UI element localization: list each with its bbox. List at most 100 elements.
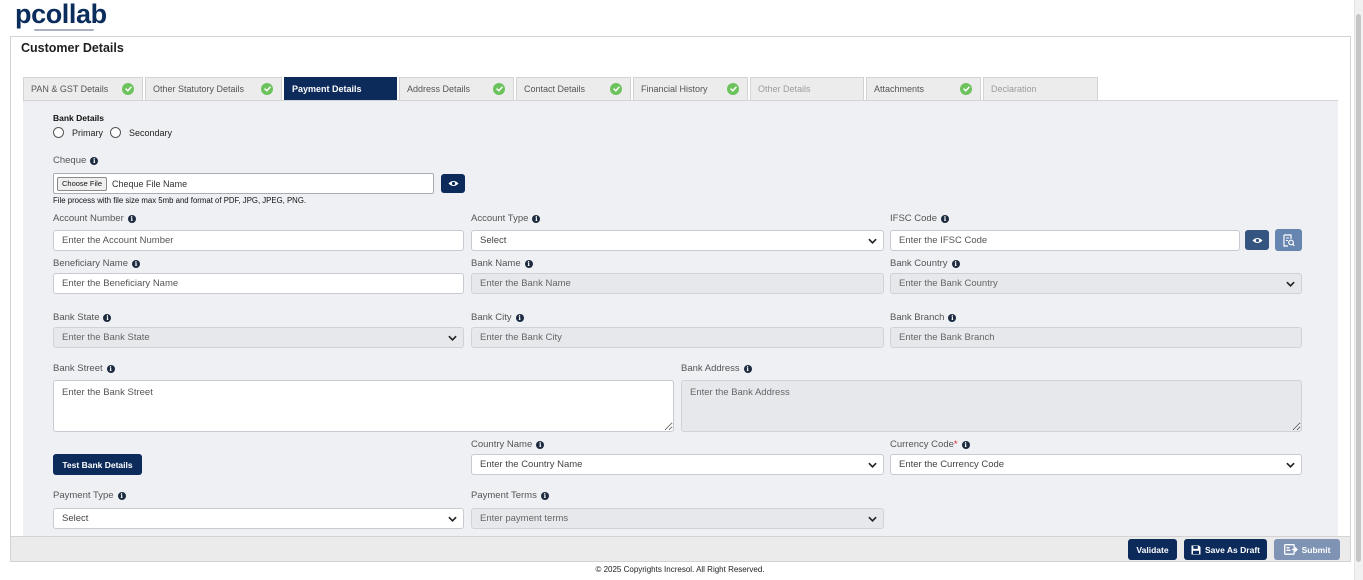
validate-button[interactable]: Validate bbox=[1128, 539, 1177, 560]
info-icon[interactable] bbox=[131, 260, 140, 268]
radio-label-primary: Primary bbox=[72, 127, 103, 138]
payment-terms-label-text: Payment Terms bbox=[471, 490, 537, 501]
currency-code-select[interactable]: Enter the Currency Code bbox=[890, 454, 1302, 475]
account-type-value: Select bbox=[480, 235, 507, 246]
bank-country-select[interactable]: Enter the Bank Country bbox=[890, 273, 1302, 294]
payment-type-value: Select bbox=[62, 513, 89, 524]
tab-label: Address Details bbox=[407, 84, 471, 94]
tab-label: Financial History bbox=[641, 84, 708, 94]
bank-country-label-text: Bank Country bbox=[890, 258, 948, 269]
info-icon[interactable] bbox=[961, 441, 970, 449]
radio-button[interactable] bbox=[53, 127, 64, 138]
country-name-select[interactable]: Enter the Country Name bbox=[471, 454, 884, 475]
info-icon[interactable] bbox=[103, 314, 112, 322]
payment-type-label: Payment Type bbox=[53, 490, 126, 502]
tab-label: Attachments bbox=[874, 84, 925, 94]
tab-pan-gst-details[interactable]: PAN & GST Details bbox=[23, 77, 143, 100]
radio-secondary[interactable]: Secondary bbox=[110, 127, 172, 138]
cheque-file-input[interactable]: Choose File Cheque File Name bbox=[53, 173, 434, 194]
bank-state-label-text: Bank State bbox=[53, 312, 100, 323]
info-icon[interactable] bbox=[90, 157, 99, 165]
info-icon[interactable] bbox=[127, 215, 136, 223]
bank-street-textarea[interactable] bbox=[53, 380, 674, 432]
tab-financial-history[interactable]: Financial History bbox=[633, 77, 748, 100]
test-bank-details-button[interactable]: Test Bank Details bbox=[53, 454, 142, 475]
info-icon[interactable] bbox=[106, 365, 115, 373]
info-icon[interactable] bbox=[117, 492, 126, 500]
cheque-file-hint: File process with file size max 5mb and … bbox=[53, 196, 307, 205]
tab-label: Other Statutory Details bbox=[153, 84, 245, 94]
info-icon[interactable] bbox=[524, 260, 533, 268]
account-type-select[interactable]: Select bbox=[471, 230, 884, 251]
document-search-icon bbox=[1282, 233, 1295, 247]
eye-icon bbox=[1252, 237, 1262, 243]
tab-declaration[interactable]: Declaration bbox=[983, 77, 1098, 100]
info-icon[interactable] bbox=[536, 441, 545, 449]
save-as-draft-label: Save As Draft bbox=[1205, 544, 1260, 555]
bank-branch-input[interactable] bbox=[890, 327, 1302, 348]
currency-code-label-text: Currency Code bbox=[890, 439, 954, 450]
chevron-down-icon bbox=[1286, 462, 1295, 468]
info-icon[interactable] bbox=[951, 260, 960, 268]
scrollbar-thumb[interactable] bbox=[1356, 14, 1361, 562]
radio-primary[interactable]: Primary bbox=[53, 127, 103, 138]
pcollab-logo: pcollab bbox=[15, 0, 107, 29]
info-icon[interactable] bbox=[515, 314, 524, 322]
bank-city-input[interactable] bbox=[471, 327, 884, 348]
bank-name-label: Bank Name bbox=[471, 258, 533, 270]
tab-address-details[interactable]: Address Details bbox=[399, 77, 514, 100]
submit-button[interactable]: Submit bbox=[1274, 539, 1340, 560]
bank-name-input[interactable] bbox=[471, 273, 884, 294]
info-icon[interactable] bbox=[532, 215, 541, 223]
tab-payment-details[interactable]: Payment Details bbox=[284, 77, 397, 100]
chevron-down-icon bbox=[448, 516, 457, 522]
check-circle-icon bbox=[960, 83, 972, 95]
account-type-label: Account Type bbox=[471, 213, 541, 225]
account-number-label-text: Account Number bbox=[53, 213, 124, 224]
tab-other-statutory-details[interactable]: Other Statutory Details bbox=[145, 77, 282, 100]
account-number-input[interactable] bbox=[53, 230, 464, 251]
page-title: Customer Details bbox=[21, 41, 124, 55]
tab-contact-details[interactable]: Contact Details bbox=[516, 77, 631, 100]
bank-address-textarea[interactable] bbox=[681, 380, 1302, 432]
payment-terms-select[interactable]: Enter payment terms bbox=[471, 508, 884, 529]
bank-state-select[interactable]: Enter the Bank State bbox=[53, 327, 464, 348]
info-icon[interactable] bbox=[540, 492, 549, 500]
bank-country-label: Bank Country bbox=[890, 258, 960, 270]
beneficiary-name-label: Beneficiary Name bbox=[53, 258, 140, 270]
logo-tagline bbox=[34, 29, 94, 31]
view-cheque-button[interactable] bbox=[441, 174, 465, 193]
tab-other-details[interactable]: Other Details bbox=[750, 77, 864, 100]
bank-state-value: Enter the Bank State bbox=[62, 332, 150, 343]
country-name-value: Enter the Country Name bbox=[480, 459, 583, 470]
ifsc-code-input[interactable] bbox=[890, 230, 1240, 251]
info-icon[interactable] bbox=[743, 365, 752, 373]
payment-terms-value: Enter payment terms bbox=[480, 513, 569, 524]
currency-code-label: Currency Code * bbox=[890, 439, 970, 451]
info-icon[interactable] bbox=[941, 215, 949, 223]
save-as-draft-button[interactable]: Save As Draft bbox=[1184, 539, 1267, 560]
floppy-disk-icon bbox=[1191, 545, 1201, 554]
tab-attachments[interactable]: Attachments bbox=[866, 77, 981, 100]
info-icon[interactable] bbox=[948, 314, 957, 322]
submit-label: Submit bbox=[1301, 544, 1331, 555]
payment-terms-label: Payment Terms bbox=[471, 490, 549, 502]
payment-type-select[interactable]: Select bbox=[53, 508, 464, 529]
check-circle-icon bbox=[610, 83, 622, 95]
ifsc-lookup-button[interactable] bbox=[1275, 229, 1302, 251]
tab-label: Contact Details bbox=[524, 84, 586, 94]
bank-state-label: Bank State bbox=[53, 312, 112, 324]
account-type-label-text: Account Type bbox=[471, 213, 529, 224]
tab-bar: PAN & GST Details Other Statutory Detail… bbox=[23, 77, 1098, 100]
beneficiary-name-input[interactable] bbox=[53, 273, 464, 294]
chevron-down-icon bbox=[868, 238, 877, 244]
bank-details-heading: Bank Details bbox=[53, 113, 105, 123]
eye-icon bbox=[448, 181, 458, 186]
choose-file-button[interactable]: Choose File bbox=[57, 176, 108, 191]
radio-button[interactable] bbox=[110, 127, 121, 138]
view-ifsc-button[interactable] bbox=[1245, 230, 1269, 250]
bank-city-label: Bank City bbox=[471, 312, 524, 324]
chevron-down-icon bbox=[448, 335, 457, 341]
radio-label-secondary: Secondary bbox=[129, 127, 173, 138]
cheque-label-text: Cheque bbox=[53, 155, 87, 166]
